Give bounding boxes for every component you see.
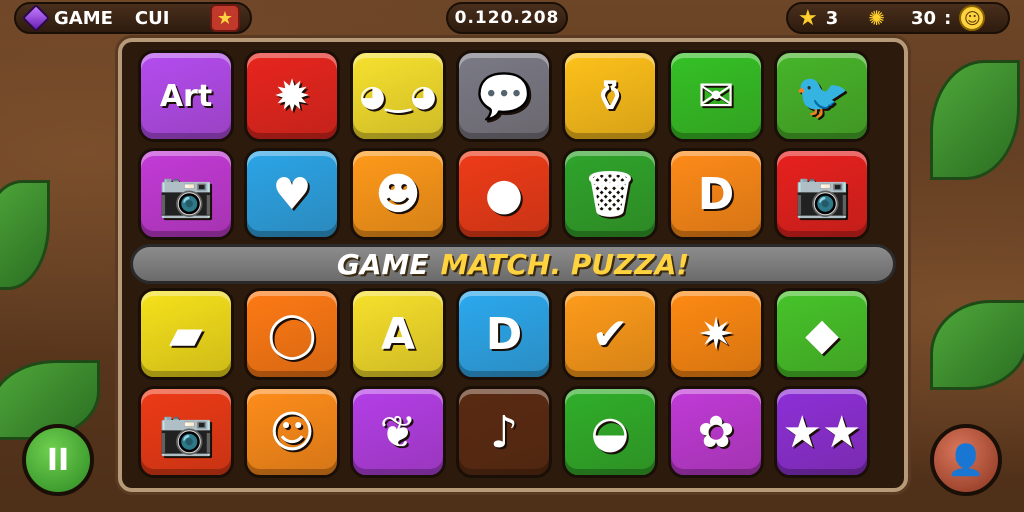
tile-dice-creature-icon[interactable]: ◆ — [774, 288, 870, 380]
bell-face-icon: ◒ — [590, 406, 630, 458]
game-title-pill: GAME CUI ★ — [14, 2, 252, 34]
owl-creature-icon: ☺ — [269, 406, 315, 458]
letter-d-icon: D — [485, 308, 523, 360]
sun-icon: ✺ — [868, 6, 886, 30]
bug-creature-icon: ✿ — [697, 406, 735, 458]
spiky-monster-icon: ✹ — [273, 70, 311, 122]
pause-button[interactable]: II — [22, 424, 94, 496]
camera-icon: 📷 — [158, 169, 214, 220]
top-bar: GAME CUI ★ 0.120.208 ★ 3 ✺ 30 : ☺ — [0, 0, 1024, 38]
tile-bird-icon[interactable]: 🐦 — [774, 50, 870, 142]
tile-bug-creature-icon[interactable]: ✿ — [668, 386, 764, 478]
letter-a-icon: A — [380, 308, 416, 360]
stars-count: 3 — [825, 7, 839, 29]
leaf-icon: ❦ — [379, 406, 417, 458]
tile-owl-creature-icon[interactable]: ☺ — [244, 386, 340, 478]
tile-speech-bubble-icon[interactable]: ◯ — [244, 288, 340, 380]
suns-count: 30 — [911, 7, 937, 29]
title-right: CUI — [134, 7, 170, 29]
folded-paper-icon: ▰ — [169, 308, 203, 360]
tile-jar-icon[interactable]: ⚱ — [562, 50, 658, 142]
profile-button[interactable]: 👤 — [930, 424, 1002, 496]
chat-bubble-icon: 💬 — [476, 71, 532, 122]
profile-icon: 👤 — [947, 442, 985, 478]
tile-chat-bubble-icon[interactable]: 💬 — [456, 50, 552, 142]
smiley-icon[interactable]: ☺ — [959, 5, 986, 31]
dice-creature-icon: ◆ — [805, 308, 839, 360]
tile-bell-face-icon[interactable]: ◒ — [562, 386, 658, 478]
speech-bubble-icon: ● — [484, 168, 524, 220]
purple-blob-icon: ☻ — [375, 168, 421, 220]
tile-music-note-icon[interactable]: ♪ — [456, 386, 552, 478]
tile-letter-d-icon[interactable]: D — [456, 288, 552, 380]
tile-checklist-icon[interactable]: ✔ — [562, 288, 658, 380]
tile-heart-icon[interactable]: ♥ — [244, 148, 340, 240]
tile-row-3: ▰ ◯ A D ✔ ✷ ◆ — [138, 288, 870, 380]
letter-d-icon: D — [697, 168, 735, 220]
resources-pill: ★ 3 ✺ 30 : ☺ — [786, 2, 1010, 34]
tile-leaf-icon[interactable]: ❦ — [350, 386, 446, 478]
tile-sun-burst-icon[interactable]: ✷ — [668, 288, 764, 380]
suns-suffix: : — [944, 7, 952, 29]
heart-icon: ♥ — [272, 168, 312, 220]
tile-two-stars-icon[interactable]: ★★ — [774, 386, 870, 478]
game-banner: GAME MATCH. PUZZA! — [130, 244, 896, 284]
camera-icon: 📷 — [158, 407, 214, 458]
trash-can-icon: 🗑 — [582, 169, 638, 220]
tile-row-4: 📷 ☺ ❦ ♪ ◒ ✿ ★★ — [138, 386, 870, 478]
tile-row-2: 📷 ♥ ☻ ● 🗑 D 📷 — [138, 148, 870, 240]
score-value: 0.120.208 — [454, 8, 560, 28]
star-icon: ★ — [798, 5, 818, 31]
tile-cow-face-icon[interactable]: ◕‿◕ — [350, 50, 446, 142]
cow-face-icon: ◕‿◕ — [359, 78, 437, 114]
jar-icon: ⚱ — [591, 70, 629, 122]
two-stars-icon: ★★ — [782, 406, 862, 458]
star-badge-icon[interactable]: ★ — [210, 4, 240, 32]
banner-text-yellow: MATCH. PUZZA! — [440, 247, 690, 281]
title-left: GAME — [54, 7, 113, 29]
tile-camera-icon[interactable]: 📷 — [774, 148, 870, 240]
tile-row-1: Art ✹ ◕‿◕ 💬 ⚱ ✉ 🐦 — [138, 50, 870, 142]
tile-purple-blob-icon[interactable]: ☻ — [350, 148, 446, 240]
tile-letter-a-icon[interactable]: A — [350, 288, 446, 380]
art-text-icon: Art — [159, 78, 213, 114]
music-note-icon: ♪ — [489, 406, 519, 458]
tile-spiky-monster-icon[interactable]: ✹ — [244, 50, 340, 142]
tile-envelope-icon[interactable]: ✉ — [668, 50, 764, 142]
tile-camera-icon[interactable]: 📷 — [138, 148, 234, 240]
tile-camera-icon[interactable]: 📷 — [138, 386, 234, 478]
score-pill: 0.120.208 — [446, 2, 568, 34]
bird-icon: 🐦 — [794, 71, 850, 122]
sun-burst-icon: ✷ — [697, 308, 735, 360]
tile-trash-can-icon[interactable]: 🗑 — [562, 148, 658, 240]
tile-letter-d-icon[interactable]: D — [668, 148, 764, 240]
gem-icon — [21, 3, 51, 33]
tile-speech-bubble-icon[interactable]: ● — [456, 148, 552, 240]
speech-bubble-icon: ◯ — [267, 308, 317, 360]
banner-text-white: GAME — [336, 247, 429, 281]
camera-icon: 📷 — [794, 169, 850, 220]
pause-icon: II — [46, 442, 70, 478]
tile-folded-paper-icon[interactable]: ▰ — [138, 288, 234, 380]
checklist-icon: ✔ — [591, 308, 629, 360]
tile-art-text-icon[interactable]: Art — [138, 50, 234, 142]
envelope-icon: ✉ — [697, 70, 735, 122]
game-board: Art ✹ ◕‿◕ 💬 ⚱ ✉ 🐦 📷 ♥ ☻ ● 🗑 D 📷 GAME MATCH. PUZZA! ▰… — [118, 38, 908, 492]
